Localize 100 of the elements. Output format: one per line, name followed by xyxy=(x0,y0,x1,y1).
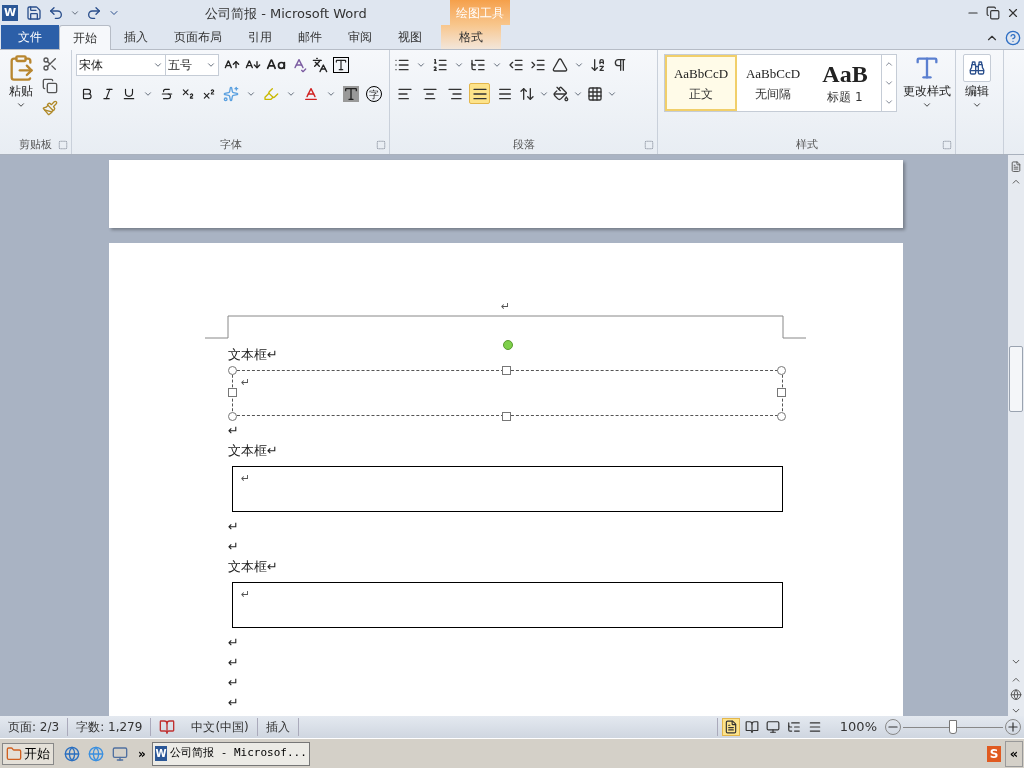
view-icon xyxy=(765,720,780,734)
undo-icon[interactable] xyxy=(48,4,64,21)
ribbon-tab[interactable]: 审阅 xyxy=(335,25,385,49)
zoom-level[interactable]: 100% xyxy=(839,717,877,737)
font-size-field[interactable]: 五号 xyxy=(165,54,219,76)
dropdown-caret-icon[interactable] xyxy=(326,89,336,99)
dropdown-caret-icon[interactable] xyxy=(286,89,296,99)
borders-icon[interactable] xyxy=(587,85,603,102)
change-styles-button[interactable]: 更改样式 xyxy=(903,54,951,110)
rotation-handle[interactable] xyxy=(503,340,513,350)
increase-indent-icon[interactable] xyxy=(530,57,546,73)
paste-button[interactable]: 粘贴 xyxy=(4,54,38,116)
paragraph-text: ↵ xyxy=(228,538,239,557)
ribbon-tab[interactable]: 邮件 xyxy=(285,25,335,49)
multilevel-list-icon[interactable] xyxy=(470,57,486,73)
ribbon-tab[interactable]: 引用 xyxy=(235,25,285,49)
style-item[interactable]: AaBbCcD 无间隔 xyxy=(737,55,809,111)
ribbon-tab[interactable]: 文件 xyxy=(1,25,59,49)
bold-icon[interactable] xyxy=(80,87,94,101)
proofing-icon[interactable] xyxy=(159,719,176,735)
resize-handle[interactable] xyxy=(777,412,786,421)
scroll-down-icon[interactable] xyxy=(884,78,894,88)
cut-icon[interactable] xyxy=(42,56,58,72)
resize-handle[interactable] xyxy=(228,366,237,375)
editing-button[interactable]: 编辑 xyxy=(963,54,991,110)
decrease-indent-icon[interactable] xyxy=(508,57,524,73)
ribbon-tab[interactable]: 开始 xyxy=(59,25,111,50)
paragraph-text: ↵ xyxy=(228,694,239,713)
browse-object-icon[interactable] xyxy=(1010,689,1022,701)
resize-handle[interactable] xyxy=(502,366,511,375)
browser-icon[interactable] xyxy=(64,745,80,762)
language-indicator[interactable]: 中文(中国) xyxy=(183,718,258,736)
resize-handle[interactable] xyxy=(228,412,237,421)
page-count[interactable]: 页面: 2/3 xyxy=(0,718,69,736)
resize-handle[interactable] xyxy=(777,366,786,375)
font-name-field[interactable]: 宋体 xyxy=(76,54,166,76)
resize-handle[interactable] xyxy=(228,388,237,397)
dropdown-caret-icon[interactable] xyxy=(454,60,464,70)
format-painter-icon[interactable] xyxy=(42,100,58,116)
dropdown-caret-icon[interactable] xyxy=(492,60,502,70)
superscript-icon[interactable] xyxy=(202,87,216,101)
scroll-thumb[interactable] xyxy=(1009,345,1023,413)
input-method-logo[interactable]: S xyxy=(987,745,1001,762)
view-icon xyxy=(723,720,738,734)
subscript-icon[interactable] xyxy=(181,87,195,101)
dropdown-caret-icon[interactable] xyxy=(153,60,163,70)
shading-icon[interactable] xyxy=(553,85,569,102)
font-color-icon[interactable] xyxy=(303,86,319,102)
caret-icon xyxy=(972,100,982,110)
help-icon[interactable] xyxy=(1005,30,1021,46)
align-button[interactable] xyxy=(469,83,490,104)
view-button[interactable] xyxy=(721,718,740,736)
ribbon-tab[interactable]: 格式 xyxy=(441,25,501,49)
bullets-icon[interactable] xyxy=(394,57,410,73)
ribbon-tab[interactable]: 视图 xyxy=(385,25,435,49)
dropdown-caret-icon[interactable] xyxy=(143,89,153,99)
redo-icon[interactable] xyxy=(86,4,102,21)
paragraph-mark: ↵ xyxy=(241,588,251,601)
numbering-icon[interactable] xyxy=(432,57,448,73)
text-effects-icon[interactable] xyxy=(223,86,239,102)
taskbar-window-button[interactable]: W 公司简报 - Microsof... xyxy=(151,741,310,766)
ribbon-tab[interactable]: 页面布局 xyxy=(161,25,235,49)
show-tray-button[interactable]: « xyxy=(1005,740,1023,767)
save-icon[interactable] xyxy=(26,4,42,21)
drawing-tools-header: 绘图工具 xyxy=(450,0,510,25)
paragraph-text: 文本框↵ xyxy=(228,442,278,461)
quick-launch-overflow[interactable]: » xyxy=(138,744,146,763)
start-button[interactable]: 开始 xyxy=(2,742,54,765)
insert-mode[interactable]: 插入 xyxy=(257,718,299,736)
resize-handle[interactable] xyxy=(777,388,786,397)
underline-icon[interactable] xyxy=(122,87,136,101)
resize-handle[interactable] xyxy=(502,412,511,421)
phonetic-guide-icon[interactable] xyxy=(312,57,328,73)
text-box[interactable]: ↵ xyxy=(232,466,783,512)
copy-icon[interactable] xyxy=(42,78,58,94)
word-count[interactable]: 字数: 1,279 xyxy=(68,718,152,736)
zoom-slider[interactable] xyxy=(903,720,1003,734)
dropdown-caret-icon[interactable] xyxy=(416,60,426,70)
restore-icon[interactable] xyxy=(986,5,1000,20)
app-logo[interactable]: W xyxy=(2,4,18,21)
dropdown-caret-icon[interactable] xyxy=(246,89,256,99)
character-border-icon[interactable] xyxy=(333,57,349,73)
text-box[interactable]: ↵ xyxy=(232,582,783,628)
zoom-slider-thumb[interactable] xyxy=(949,720,957,734)
line-spacing-icon[interactable] xyxy=(519,85,535,102)
zoom-in-icon[interactable] xyxy=(1005,719,1021,735)
style-item[interactable]: AaB 标题 1 xyxy=(809,55,881,111)
strikethrough-icon[interactable] xyxy=(160,87,174,101)
italic-icon[interactable] xyxy=(101,87,115,101)
dropdown-caret-icon[interactable] xyxy=(206,60,216,70)
character-shading-icon[interactable] xyxy=(343,86,359,102)
dropdown-caret-icon[interactable] xyxy=(574,60,584,70)
show-marks-icon[interactable] xyxy=(612,57,628,73)
desktop-icon[interactable] xyxy=(112,745,128,762)
vertical-scrollbar[interactable] xyxy=(1008,155,1024,716)
style-item[interactable]: AaBbCcD 正文 xyxy=(665,55,737,111)
clear-formatting-icon[interactable] xyxy=(291,57,307,73)
sort-icon[interactable] xyxy=(590,57,606,73)
group-label: 样式 xyxy=(795,136,818,153)
ribbon-tab[interactable]: 插入 xyxy=(111,25,161,49)
